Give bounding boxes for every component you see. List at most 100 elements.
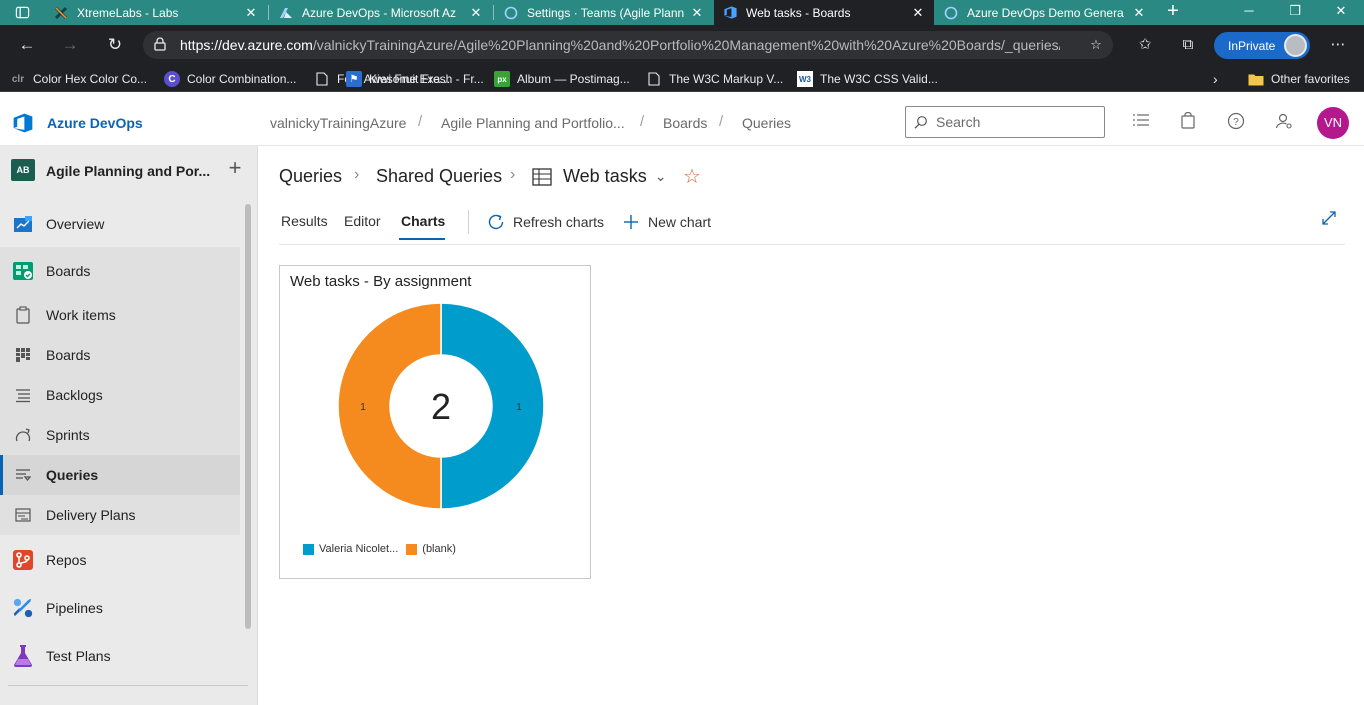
collections-icon[interactable]: ⧉ xyxy=(1178,35,1198,55)
browser-tab-xtremelabs[interactable]: XtremeLabs - Labs ✕ xyxy=(45,0,267,25)
nav-item-delivery-plans[interactable]: Delivery Plans xyxy=(0,495,240,535)
ado-header: Azure DevOps valnickyTrainingAzure / Agi… xyxy=(0,100,1364,146)
chevron-right-icon: › xyxy=(354,166,360,183)
browser-tab-settings-teams[interactable]: Settings · Teams (Agile Planni ✕ xyxy=(495,0,713,25)
lock-icon[interactable] xyxy=(154,36,172,54)
more-menu-icon[interactable]: ⋯ xyxy=(1328,35,1348,55)
nav-item-boards[interactable]: Boards xyxy=(0,335,240,375)
back-arrow-icon[interactable]: ← xyxy=(16,34,38,56)
favorite-item[interactable]: ⚑ Kiwi Fruit Fresh - Fr... xyxy=(346,69,484,89)
other-favorites-folder[interactable]: Other favorites xyxy=(1248,69,1350,89)
nav-item-repos[interactable]: Repos xyxy=(0,540,240,580)
project-name[interactable]: Agile Planning and Por... xyxy=(46,163,210,179)
new-chart-button[interactable]: New chart xyxy=(622,213,711,231)
favorite-item[interactable]: clr Color Hex Color Co... xyxy=(10,69,147,89)
breadcrumb-organization[interactable]: valnickyTrainingAzure xyxy=(270,115,406,131)
nav-item-backlogs[interactable]: Backlogs xyxy=(0,375,240,415)
slice-value-label: 1 xyxy=(360,402,366,413)
marketplace-bag-icon[interactable] xyxy=(1177,111,1199,134)
plus-icon xyxy=(622,213,640,231)
donut-slice-2[interactable] xyxy=(337,302,442,510)
nav-item-pipelines[interactable]: Pipelines xyxy=(0,588,240,628)
tab-results[interactable]: Results xyxy=(281,213,328,229)
address-bar[interactable]: https://dev.azure.com/valnickyTrainingAz… xyxy=(143,31,1113,59)
workspaces-icon[interactable] xyxy=(0,0,45,25)
nav-label: Boards xyxy=(46,263,91,279)
browser-tab-web-tasks[interactable]: Web tasks - Boards ✕ xyxy=(714,0,934,25)
favorite-item[interactable]: The W3C Markup V... xyxy=(646,69,783,89)
chart-card[interactable]: Web tasks - By assignment 1 1 2 Valeria Ni… xyxy=(279,265,591,579)
nav-item-queries[interactable]: Queries xyxy=(0,455,240,495)
toolbar-separator xyxy=(468,210,469,234)
breadcrumb-queries[interactable]: Queries xyxy=(742,115,791,131)
favorite-item[interactable]: C Color Combination... xyxy=(164,69,296,89)
url-text[interactable]: https://dev.azure.com/valnickyTrainingAz… xyxy=(180,37,1060,53)
url-host: https://dev.azure.com xyxy=(180,37,313,53)
tab-close-icon[interactable]: ✕ xyxy=(1131,5,1147,21)
nav-item-sprints[interactable]: Sprints xyxy=(0,415,240,455)
pipelines-icon xyxy=(12,597,34,619)
browser-tab-azure-devops[interactable]: Azure DevOps - Microsoft Az ✕ xyxy=(270,0,492,25)
restore-icon[interactable]: ❐ xyxy=(1272,0,1318,25)
overview-icon xyxy=(12,213,34,235)
nav-item-test-plans[interactable]: Test Plans xyxy=(0,636,240,676)
azure-devops-logo-icon[interactable] xyxy=(12,112,34,134)
azure-icon xyxy=(278,5,294,21)
legend-item[interactable]: Valeria Nicolet... xyxy=(303,543,398,555)
tab-editor[interactable]: Editor xyxy=(344,213,381,229)
refresh-icon[interactable]: ↻ xyxy=(104,34,126,56)
breadcrumb-queries-root[interactable]: Queries xyxy=(279,166,342,187)
tab-close-icon[interactable]: ✕ xyxy=(468,5,484,21)
settings-page-icon xyxy=(503,5,519,21)
nav-item-overview[interactable]: Overview xyxy=(0,204,240,244)
breadcrumb-project[interactable]: Agile Planning and Portfolio... xyxy=(441,115,625,131)
favorite-label: The W3C Markup V... xyxy=(669,72,784,86)
nav-label: Test Plans xyxy=(46,648,111,664)
add-favorite-icon[interactable]: ☆ xyxy=(1087,36,1105,54)
tab-close-icon[interactable]: ✕ xyxy=(243,5,259,21)
refresh-icon xyxy=(487,213,505,231)
search-icon xyxy=(914,116,927,129)
breadcrumb-boards[interactable]: Boards xyxy=(663,115,707,131)
user-settings-icon[interactable] xyxy=(1273,112,1295,134)
favorite-star-icon[interactable]: ☆ xyxy=(683,164,701,189)
nav-item-boards-hub[interactable]: Boards xyxy=(0,247,240,295)
fullscreen-expand-icon[interactable] xyxy=(1319,210,1339,230)
tab-charts[interactable]: Charts xyxy=(401,213,445,229)
favorite-label: Color Hex Color Co... xyxy=(33,72,148,86)
search-input[interactable]: Search xyxy=(905,106,1105,138)
new-tab-icon[interactable]: + xyxy=(1160,0,1186,25)
refresh-charts-button[interactable]: Refresh charts xyxy=(487,213,604,231)
nav-item-work-items[interactable]: Work items xyxy=(0,295,240,335)
browser-tab-demo-generator[interactable]: Azure DevOps Demo Genera ✕ xyxy=(935,0,1155,25)
nav-scrollbar[interactable] xyxy=(245,204,251,629)
tab-close-icon[interactable]: ✕ xyxy=(689,5,705,21)
task-list-icon[interactable] xyxy=(1130,112,1152,134)
chevron-down-icon: ⌄ xyxy=(654,168,667,184)
ado-brand[interactable]: Azure DevOps xyxy=(47,115,143,131)
new-chart-label: New chart xyxy=(648,214,712,230)
test-plans-icon xyxy=(12,645,34,667)
tab-close-icon[interactable]: ✕ xyxy=(910,5,926,21)
project-header[interactable]: AB Agile Planning and Por... + xyxy=(0,146,257,194)
favorite-item[interactable]: W3 The W3C CSS Valid... xyxy=(797,69,938,89)
favorites-overflow-icon[interactable]: › xyxy=(1213,69,1218,89)
repos-icon xyxy=(12,549,34,571)
breadcrumb-shared-queries[interactable]: Shared Queries xyxy=(376,166,502,187)
forward-arrow-icon[interactable]: → xyxy=(59,34,81,56)
user-avatar[interactable]: VN xyxy=(1317,107,1349,139)
legend-item[interactable]: (blank) xyxy=(406,543,456,555)
add-icon[interactable]: + xyxy=(224,157,246,180)
donut-slice-1[interactable] xyxy=(440,302,545,510)
favorites-icon[interactable]: ✩ xyxy=(1135,35,1155,55)
inprivate-button[interactable]: InPrivate xyxy=(1214,32,1310,59)
close-window-icon[interactable]: ✕ xyxy=(1318,0,1364,25)
legend-label: Valeria Nicolet... xyxy=(319,543,399,555)
query-picker[interactable]: Web tasks ⌄ xyxy=(532,166,666,187)
minimize-icon[interactable]: ─ xyxy=(1226,0,1272,25)
favorite-item[interactable]: px Album — Postimag... xyxy=(494,69,630,89)
help-icon[interactable]: ? xyxy=(1225,112,1247,134)
refresh-charts-label: Refresh charts xyxy=(513,214,605,230)
donut-chart[interactable]: 1 1 2 xyxy=(280,296,590,534)
nav-label: Delivery Plans xyxy=(46,507,136,523)
